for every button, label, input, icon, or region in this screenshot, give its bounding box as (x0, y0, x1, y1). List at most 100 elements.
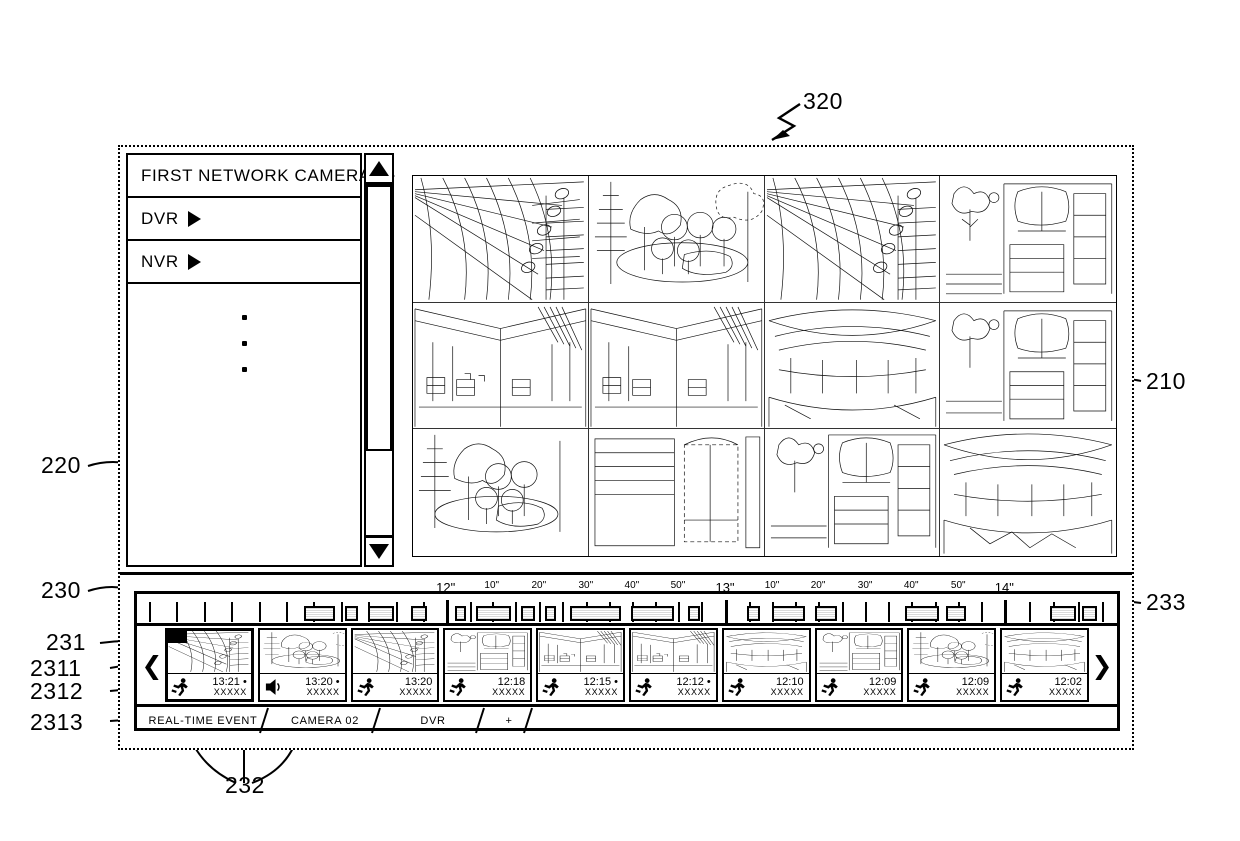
triangle-down-icon (369, 544, 389, 559)
timeline-event-block[interactable] (1050, 606, 1076, 621)
timeline-event-block[interactable] (521, 606, 535, 621)
callout-320: 320 (803, 88, 843, 114)
ruler-tick (470, 602, 473, 622)
timeline-event-block[interactable] (746, 606, 761, 621)
sidebar-item-label: NVR (141, 251, 179, 271)
timeline-ruler[interactable]: 12" 10" 20" 30" 40" 50" 13" 10" 20" 30" 40" 50" 14" (137, 580, 1117, 626)
sidebar-scrollbar[interactable] (364, 153, 394, 567)
event-thumbnail[interactable]: 13:21 • XXXXX (165, 628, 254, 702)
thumbnail-meta: 12:15 • XXXXX (538, 674, 623, 700)
callout-2313: 2313 (30, 709, 84, 735)
ruler-label: 10" (484, 580, 500, 591)
thumbnail-sublabel: XXXXX (584, 687, 618, 698)
chevron-left-icon[interactable]: ❮ (139, 626, 165, 704)
sidebar-item-label: FIRST NETWORK CAMERA (141, 165, 371, 185)
thumbnail-sublabel: XXXXX (863, 687, 897, 698)
video-cell[interactable] (764, 302, 941, 430)
tab-separator (521, 707, 535, 734)
thumbnail-text: 12:02 XXXXX (1025, 676, 1084, 698)
scrollbar-thumb[interactable] (366, 185, 392, 451)
timeline-event-block[interactable] (544, 606, 557, 621)
thumbnail-text: 13:21 • XXXXX (190, 676, 249, 698)
timeline-event-block[interactable] (1081, 606, 1098, 621)
video-cell[interactable] (588, 429, 765, 556)
thumbnail-image (723, 630, 809, 674)
vertical-ellipsis-icon (128, 315, 360, 372)
thumbnail-meta: 13:21 • XXXXX (167, 674, 252, 700)
ruler-tick (1077, 602, 1080, 622)
event-thumbnail[interactable]: 12:10 XXXXX (721, 628, 811, 702)
ruler-tick (203, 602, 206, 622)
event-thumbnail[interactable]: 12:09 XXXXX (814, 628, 904, 702)
video-cell[interactable] (413, 429, 589, 556)
thumbnail-image (167, 630, 252, 674)
thumbnail-image (445, 630, 531, 674)
video-cell[interactable] (413, 302, 589, 430)
thumbnail-text: 12:15 • XXXXX (561, 676, 620, 698)
timeline-event-block[interactable] (411, 606, 428, 621)
timeline-event-block[interactable] (344, 606, 359, 621)
thumbnail-meta: 13:20 XXXXX (353, 674, 438, 700)
event-strip-region: 12" 10" 20" 30" 40" 50" 13" 10" 20" 30" 40" 50" 14" … (120, 575, 1132, 748)
event-thumbnail[interactable]: 13:20 XXXXX (350, 628, 440, 702)
timeline-event-block[interactable] (476, 606, 512, 621)
timeline-event-block[interactable] (303, 606, 335, 621)
event-thumbnail[interactable]: 12:02 XXXXX (1000, 628, 1089, 702)
event-thumbnail[interactable]: 12:18 XXXXX (443, 628, 533, 702)
ruler-label: 20" (810, 580, 826, 591)
sidebar-item-dvr[interactable]: DVR (128, 198, 360, 241)
ruler-tick (865, 602, 868, 622)
video-cell[interactable] (588, 176, 765, 303)
timeline-event-block[interactable] (772, 606, 806, 621)
event-thumbnail[interactable]: 13:20 • XXXXX (257, 628, 347, 702)
thumbnail-text: 13:20 • XXXXX (283, 676, 342, 698)
timeline-event-block[interactable] (570, 606, 622, 621)
timeline-event-block[interactable] (454, 606, 467, 621)
scroll-down-button[interactable] (366, 535, 392, 565)
running-person-icon (1005, 676, 1025, 698)
timeline-event-block[interactable] (905, 606, 939, 621)
timeline-event-block[interactable] (687, 606, 700, 621)
ruler-label: 14" (994, 580, 1014, 595)
timeline-event-block[interactable] (630, 606, 675, 621)
video-cell[interactable] (940, 302, 1116, 430)
application-window: FIRST NETWORK CAMERA DVR NVR 12" 10" 20"… (118, 145, 1134, 750)
triangle-right-icon (187, 210, 201, 227)
timeline-event-block[interactable] (368, 606, 394, 621)
ruler-tick (258, 602, 261, 622)
chevron-right-icon[interactable]: ❯ (1089, 626, 1115, 704)
thumbnail-image (352, 630, 438, 674)
event-strip: 12" 10" 20" 30" 40" 50" 13" 10" 20" 30" 40" 50" 14" … (134, 580, 1120, 734)
ruler-tick (1028, 602, 1031, 622)
running-person-icon (356, 676, 376, 698)
event-thumbnail[interactable]: 12:15 • XXXXX (536, 628, 625, 702)
timeline-event-block[interactable] (946, 606, 967, 621)
video-cell[interactable] (588, 302, 765, 430)
ruler-label: 20" (531, 580, 547, 591)
sidebar-item-nvr[interactable]: NVR (128, 241, 360, 284)
event-thumbnail[interactable]: 12:12 • XXXXX (628, 628, 718, 702)
scroll-up-button[interactable] (366, 155, 392, 185)
tab-[interactable]: + (485, 707, 533, 734)
sidebar-item-label: DVR (141, 208, 179, 228)
tab-label: REAL-TIME EVENT (148, 714, 258, 727)
thumbnail-sublabel: XXXXX (677, 687, 711, 698)
video-cell[interactable] (940, 176, 1116, 303)
event-thumbnail[interactable]: 12:09 XXXXX (907, 628, 997, 702)
thumbnail-image (630, 630, 716, 674)
tab-real-time-event[interactable]: REAL-TIME EVENT (137, 707, 269, 734)
ruler-body[interactable] (137, 600, 1117, 624)
tab-camera-02[interactable]: CAMERA 02 (269, 707, 381, 734)
video-cell[interactable] (413, 176, 589, 303)
timeline-event-block[interactable] (815, 606, 837, 621)
video-cell[interactable] (764, 176, 941, 303)
video-cell[interactable] (764, 429, 941, 556)
callout-233: 233 (1146, 589, 1186, 615)
video-cell[interactable] (940, 429, 1116, 556)
sidebar-item-first-network-camera[interactable]: FIRST NETWORK CAMERA (128, 155, 395, 198)
scrollbar-track[interactable] (366, 185, 392, 535)
thumbnail-text: 12:10 XXXXX (747, 676, 806, 698)
ruler-label: 30" (578, 580, 594, 591)
tab-dvr[interactable]: DVR (381, 707, 485, 734)
ruler-label: 30" (857, 580, 873, 591)
